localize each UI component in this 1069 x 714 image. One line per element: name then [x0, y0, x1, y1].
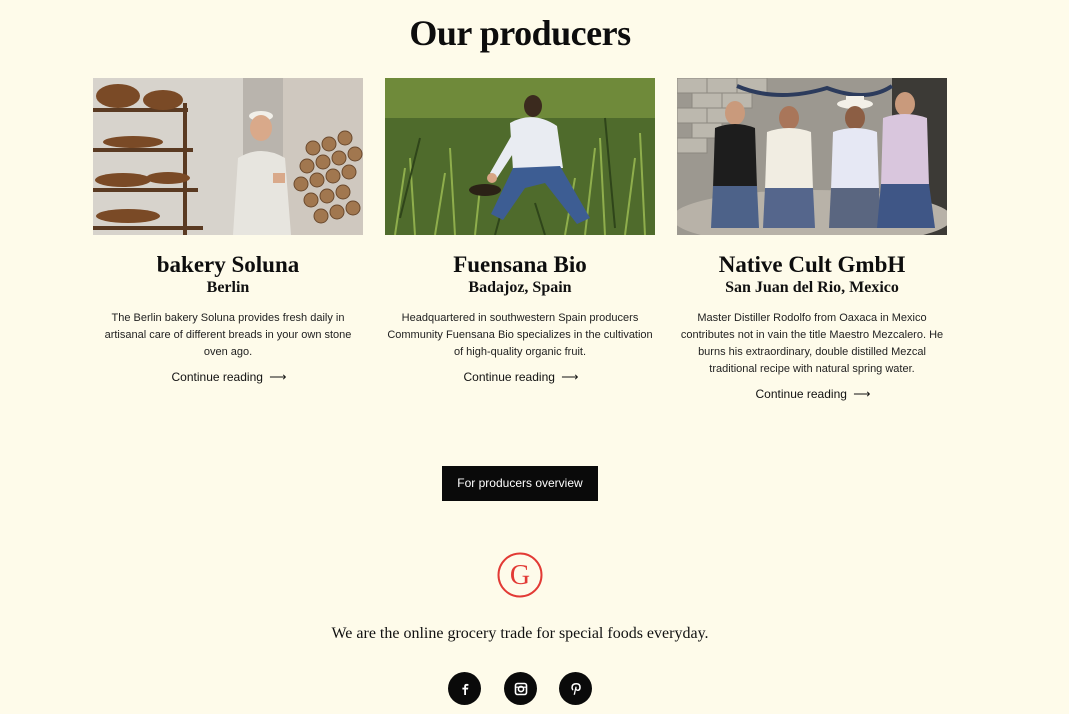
- producer-location: San Juan del Rio, Mexico: [725, 279, 899, 296]
- arrow-right-icon: ⟶: [269, 370, 286, 384]
- producer-name: Native Cult GmbH: [718, 252, 906, 277]
- continue-reading-label: Continue reading: [171, 370, 263, 384]
- g-logo-icon: G: [497, 552, 543, 598]
- brand-logo[interactable]: G: [497, 552, 543, 598]
- footer-tagline: We are the online grocery trade for spec…: [331, 625, 709, 642]
- arrow-right-icon: ⟶: [561, 370, 578, 384]
- pinterest-icon: [570, 682, 581, 695]
- facebook-link[interactable]: [448, 672, 481, 705]
- producer-photo-group[interactable]: [677, 78, 947, 235]
- producer-photo-bakery[interactable]: [93, 78, 363, 235]
- instagram-link[interactable]: [504, 672, 537, 705]
- producer-description: Master Distiller Rodolfo from Oaxaca in …: [680, 312, 944, 375]
- producer-location: Badajoz, Spain: [468, 279, 572, 296]
- producer-photo-field[interactable]: [385, 78, 655, 235]
- producer-card-bakery-soluna: bakery Soluna Berlin The Berlin bakery S…: [93, 78, 363, 386]
- logo-letter: G: [510, 560, 530, 591]
- continue-reading-link[interactable]: Continue reading ⟶: [755, 387, 871, 401]
- continue-reading-label: Continue reading: [463, 370, 555, 384]
- continue-reading-link[interactable]: Continue reading ⟶: [171, 370, 287, 384]
- pinterest-link[interactable]: [559, 672, 592, 705]
- producer-card-fuensana-bio: Fuensana Bio Badajoz, Spain Headquartere…: [385, 78, 655, 386]
- section-title: Our producers: [409, 13, 631, 53]
- facebook-icon: [461, 683, 468, 695]
- continue-reading-label: Continue reading: [755, 387, 847, 401]
- producer-name: bakery Soluna: [156, 252, 300, 277]
- producer-name: Fuensana Bio: [453, 252, 587, 277]
- producers-overview-button[interactable]: For producers overview: [442, 466, 598, 501]
- producer-description: Headquartered in southwestern Spain prod…: [387, 312, 653, 358]
- producer-description: The Berlin bakery Soluna provides fresh …: [104, 312, 352, 358]
- arrow-right-icon: ⟶: [853, 387, 870, 401]
- producer-location: Berlin: [206, 279, 250, 296]
- instagram-icon: [514, 682, 527, 695]
- producer-card-native-cult: Native Cult GmbH San Juan del Rio, Mexic…: [677, 78, 947, 403]
- continue-reading-link[interactable]: Continue reading ⟶: [463, 370, 579, 384]
